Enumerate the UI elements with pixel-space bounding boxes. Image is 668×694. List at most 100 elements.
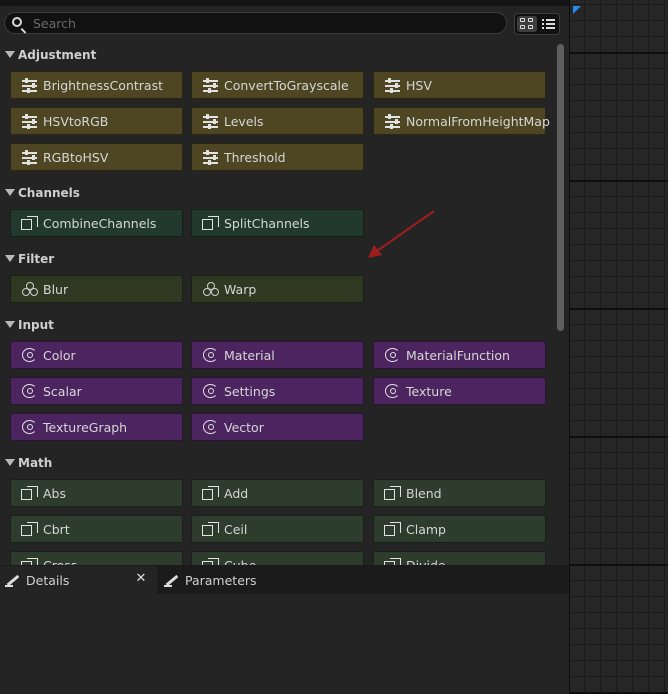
collapse-triangle-icon [5, 255, 15, 262]
pencil-icon [4, 572, 20, 588]
category-channels[interactable]: Channels [5, 186, 80, 202]
category-label: Adjustment [18, 48, 97, 62]
node-cbrt[interactable]: Cbrt [10, 515, 183, 543]
node-material[interactable]: Material [191, 341, 364, 369]
node-settings[interactable]: Settings [191, 377, 364, 405]
node-levels[interactable]: Levels [191, 107, 364, 135]
node-hsvtorgb[interactable]: HSVtoRGB [10, 107, 183, 135]
node-abs[interactable]: Abs [10, 479, 183, 507]
node-label: Scalar [43, 383, 82, 399]
node-blur[interactable]: Blur [10, 275, 183, 303]
node-cube[interactable]: Cube [191, 551, 364, 565]
sliders-icon [201, 77, 221, 93]
circles-icon [201, 281, 221, 297]
category-label: Input [18, 318, 54, 332]
collapse-triangle-icon [5, 189, 15, 196]
node-converttograyscale[interactable]: ConvertToGrayscale [191, 71, 364, 99]
category-math[interactable]: Math [5, 456, 52, 472]
node-label: Ceil [224, 521, 248, 537]
collapse-triangle-icon [5, 321, 15, 328]
node-vector[interactable]: Vector [191, 413, 364, 441]
node-add[interactable]: Add [191, 479, 364, 507]
node-label: Levels [224, 113, 264, 129]
close-icon[interactable]: ✕ [134, 572, 148, 586]
swirl-icon [201, 419, 221, 435]
category-filter[interactable]: Filter [5, 252, 54, 268]
node-label: Clamp [406, 521, 446, 537]
sliders-icon [201, 149, 221, 165]
sliders-icon [201, 113, 221, 129]
node-label: NormalFromHeightMap [406, 113, 550, 129]
node-combinechannels[interactable]: CombineChannels [10, 209, 183, 237]
category-adjustment[interactable]: Adjustment [5, 48, 96, 64]
node-label: BrightnessContrast [43, 77, 163, 93]
tab-bar: Details ✕ Parameters [0, 566, 569, 594]
red-arrow-annotation [368, 210, 435, 258]
cube-icon [20, 557, 40, 565]
node-label: MaterialFunction [406, 347, 510, 363]
cube-icon [383, 557, 403, 565]
category-input[interactable]: Input [5, 318, 54, 334]
cube-icon [20, 521, 40, 537]
node-label: CombineChannels [43, 215, 157, 231]
list-view-icon[interactable] [539, 16, 559, 32]
node-label: Warp [224, 281, 257, 297]
view-toggle[interactable] [514, 13, 560, 35]
node-label: Settings [224, 383, 276, 399]
tile-view-icon[interactable] [517, 16, 537, 32]
node-texturegraph[interactable]: TextureGraph [10, 413, 183, 441]
cube-icon [383, 521, 403, 537]
arrow-shaft [373, 210, 435, 254]
node-normalfromheightmap[interactable]: NormalFromHeightMap [373, 107, 550, 135]
node-label: HSV [406, 77, 432, 93]
node-threshold[interactable]: Threshold [191, 143, 364, 171]
node-label: Color [43, 347, 76, 363]
node-label: Threshold [224, 149, 286, 165]
node-label: Cube [224, 557, 257, 566]
category-label: Channels [18, 186, 80, 200]
cube-icon [201, 485, 221, 501]
node-warp[interactable]: Warp [191, 275, 364, 303]
node-ceil[interactable]: Ceil [191, 515, 364, 543]
swirl-icon [201, 383, 221, 399]
search-icon [12, 17, 22, 27]
node-label: SplitChannels [224, 215, 310, 231]
node-rgbtohsv[interactable]: RGBtoHSV [10, 143, 183, 171]
sliders-icon [20, 77, 40, 93]
cube-icon [383, 485, 403, 501]
node-brightnesscontrast[interactable]: BrightnessContrast [10, 71, 183, 99]
sliders-icon [383, 77, 403, 93]
node-label: Vector [224, 419, 264, 435]
search-input[interactable] [33, 15, 493, 31]
node-cross[interactable]: Cross [10, 551, 183, 565]
cube-icon [20, 485, 40, 501]
node-label: ConvertToGrayscale [224, 77, 349, 93]
arrow-head [368, 245, 382, 258]
node-materialfunction[interactable]: MaterialFunction [373, 341, 546, 369]
sliders-icon [383, 113, 403, 129]
node-divide[interactable]: Divide [373, 551, 546, 565]
graph-canvas[interactable] [570, 0, 668, 694]
cube-icon [20, 215, 40, 231]
node-color[interactable]: Color [10, 341, 183, 369]
node-blend[interactable]: Blend [373, 479, 546, 507]
tab-details[interactable]: Details ✕ [0, 566, 157, 594]
node-hsv[interactable]: HSV [373, 71, 546, 99]
top-strip [0, 0, 569, 6]
tab-label: Details [26, 572, 70, 588]
node-clamp[interactable]: Clamp [373, 515, 546, 543]
swirl-icon [20, 419, 40, 435]
search-box[interactable] [4, 12, 507, 34]
node-label: HSVtoRGB [43, 113, 109, 129]
node-texture[interactable]: Texture [373, 377, 546, 405]
node-label: Add [224, 485, 249, 501]
tab-label: Parameters [185, 572, 257, 588]
node-label: Cross [43, 557, 78, 566]
node-splitchannels[interactable]: SplitChannels [191, 209, 364, 237]
tab-parameters[interactable]: Parameters [159, 566, 309, 594]
scrollbar-thumb[interactable] [557, 44, 564, 331]
node-scalar[interactable]: Scalar [10, 377, 183, 405]
node-label: Texture [406, 383, 452, 399]
swirl-icon [383, 347, 403, 363]
node-label: Blend [406, 485, 442, 501]
